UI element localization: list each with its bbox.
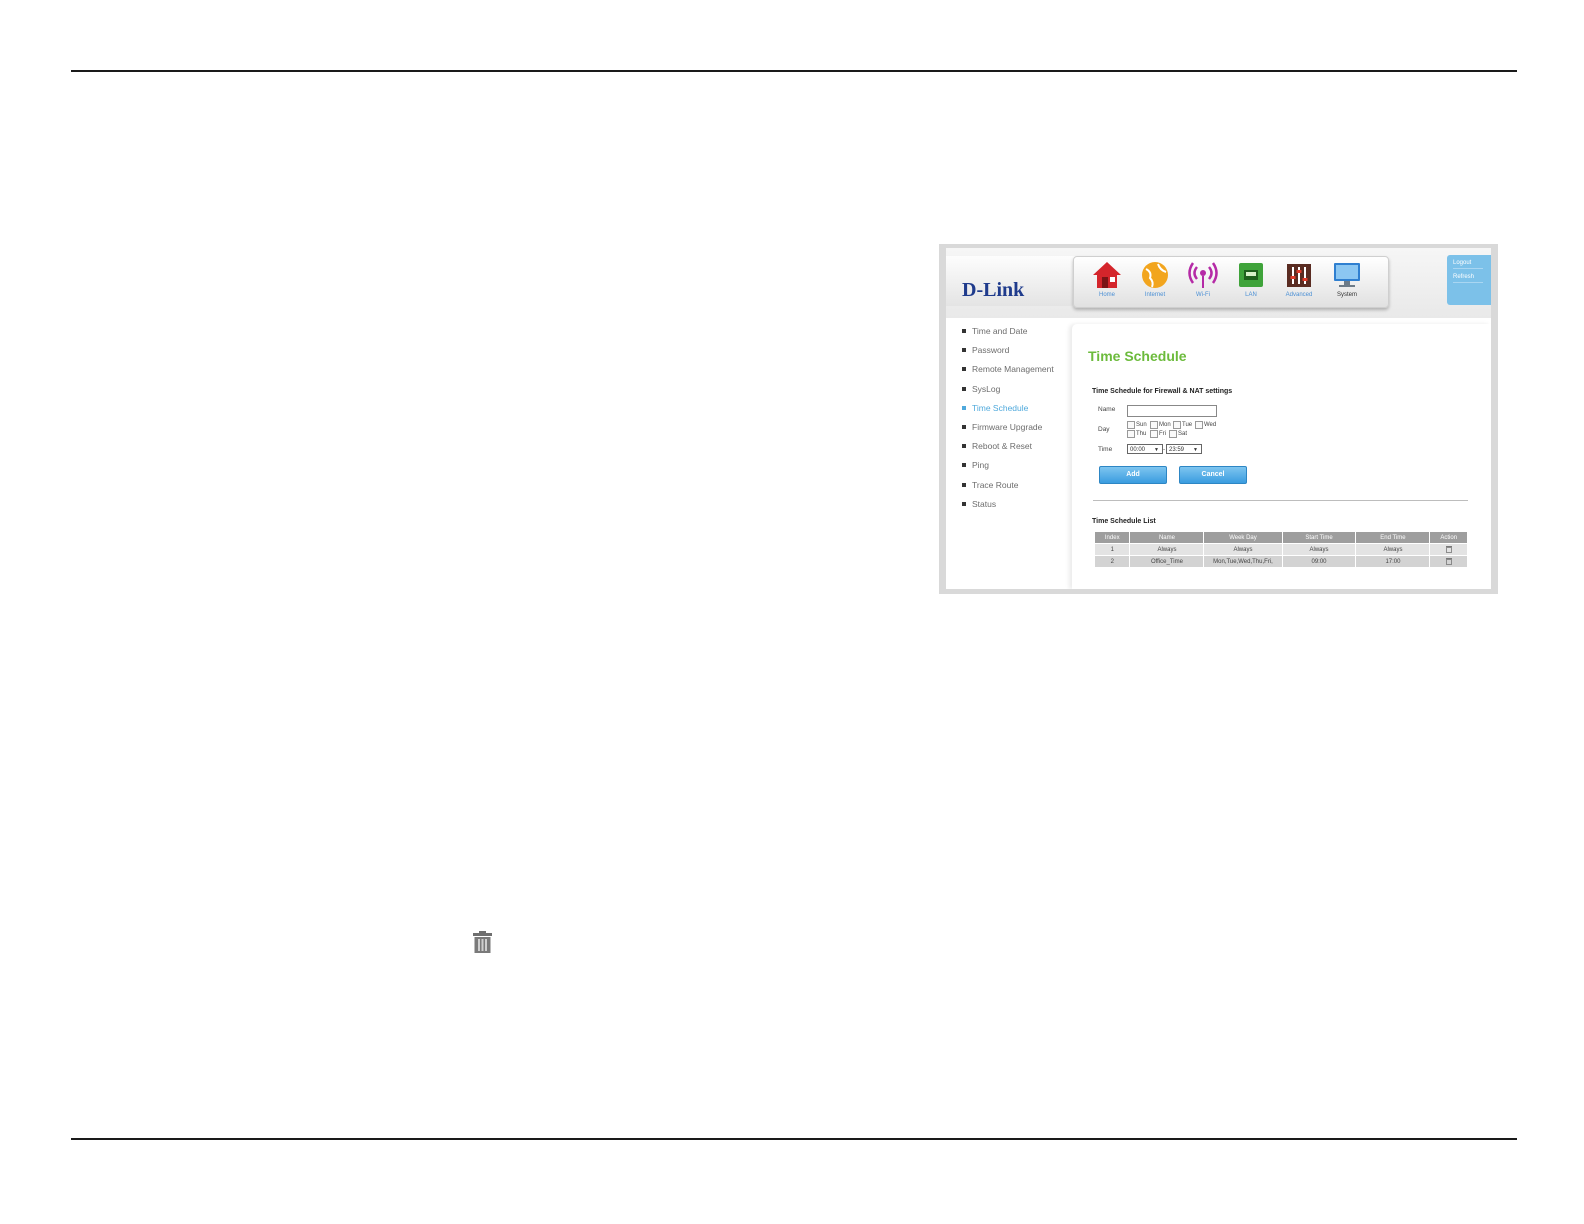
schedule-table: Index Name Week Day Start Time End Time … [1094, 531, 1468, 568]
menu-item-firmware-upgrade[interactable]: Firmware Upgrade [962, 422, 1080, 441]
menu-item-reboot-reset[interactable]: Reboot & Reset [962, 441, 1080, 460]
nav-label-home: Home [1098, 292, 1115, 298]
menu-item-time-schedule[interactable]: Time Schedule [962, 403, 1080, 422]
table-cell: 1 [1095, 544, 1130, 555]
column-header: Name [1130, 532, 1204, 543]
nav-label-advanced: Advanced [1285, 292, 1313, 298]
name-label: Name [1098, 406, 1116, 413]
nav-advanced[interactable]: Advanced [1277, 260, 1321, 298]
table-cell: 09:00 [1282, 556, 1356, 567]
table-cell: Always [1356, 544, 1430, 555]
logout-link[interactable]: Logout [1453, 260, 1483, 269]
lan-icon [1239, 263, 1263, 287]
end-time-value: 23:59 [1169, 447, 1185, 453]
menu-item-syslog[interactable]: SysLog [962, 384, 1080, 403]
cancel-button[interactable]: Cancel [1179, 466, 1247, 484]
advanced-icon [1287, 264, 1311, 287]
day-checkbox-wed[interactable] [1195, 421, 1203, 429]
end-time-select[interactable]: 23:59 ▼ [1166, 444, 1202, 454]
wifi-icon [1188, 262, 1218, 288]
logo-block: D-Link [946, 256, 1076, 306]
start-time-value: 00:00 [1130, 447, 1146, 453]
day-checkbox-sat[interactable] [1169, 430, 1177, 438]
chevron-down-icon: ▼ [1193, 447, 1198, 453]
nav-system[interactable]: System [1325, 260, 1369, 298]
trash-icon[interactable] [1445, 557, 1453, 565]
monitor-icon [1334, 263, 1360, 287]
router-ui-screenshot: D-Link Home Internet Wi-Fi LAN Advanced … [939, 244, 1498, 594]
list-section-title: Time Schedule List [1092, 518, 1156, 525]
refresh-link[interactable]: Refresh [1453, 274, 1483, 283]
start-time-select[interactable]: 00:00 ▼ [1127, 444, 1163, 454]
day-checkbox-mon[interactable] [1150, 421, 1158, 429]
nav-lan[interactable]: LAN [1229, 260, 1273, 298]
menu-item-password[interactable]: Password [962, 345, 1080, 364]
time-label: Time [1098, 446, 1113, 453]
system-menu: Time and Date Password Remote Management… [962, 326, 1080, 518]
menu-item-remote-management[interactable]: Remote Management [962, 364, 1080, 383]
day-checkbox-thu[interactable] [1127, 430, 1135, 438]
main-nav: Home Internet Wi-Fi LAN Advanced System [1073, 256, 1389, 308]
form-section-title: Time Schedule for Firewall & NAT setting… [1092, 388, 1233, 395]
add-button[interactable]: Add [1099, 466, 1167, 484]
table-cell: Mon,Tue,Wed,Thu,Fri, [1204, 556, 1282, 567]
dlink-logo: D-Link [962, 279, 1025, 301]
table-cell [1430, 544, 1467, 555]
day-label-fri: Fri [1159, 431, 1166, 437]
table-cell: Always [1204, 544, 1282, 555]
column-header: Start Time [1282, 532, 1356, 543]
section-divider [1093, 500, 1468, 501]
day-checkbox-fri[interactable] [1150, 430, 1158, 438]
day-label-wed: Wed [1204, 422, 1217, 428]
day-checkbox-tue[interactable] [1173, 421, 1181, 429]
column-header: Action [1430, 532, 1467, 543]
session-buttons: Logout Refresh [1447, 255, 1491, 305]
column-header: Index [1095, 532, 1130, 543]
nav-label-lan: LAN [1245, 292, 1257, 298]
day-label-thu: Thu [1136, 431, 1147, 437]
table-header-row: Index Name Week Day Start Time End Time … [1095, 532, 1467, 543]
top-rule [71, 70, 1517, 72]
top-bar: D-Link Home Internet Wi-Fi LAN Advanced … [946, 248, 1491, 318]
trash-icon [473, 931, 492, 953]
menu-item-ping[interactable]: Ping [962, 460, 1080, 479]
nav-label-wifi: Wi-Fi [1196, 292, 1210, 298]
page-title: Time Schedule [1088, 348, 1187, 364]
time-separator: - [1163, 446, 1166, 453]
column-header: Week Day [1204, 532, 1282, 543]
content-panel: Time Schedule Time Schedule for Firewall… [1072, 324, 1491, 589]
nav-internet[interactable]: Internet [1133, 260, 1177, 298]
table-cell: Office_Time [1130, 556, 1204, 567]
table-row: 2 Office_Time Mon,Tue,Wed,Thu,Fri, 09:00… [1095, 556, 1467, 567]
nav-wifi[interactable]: Wi-Fi [1181, 260, 1225, 298]
day-label-tue: Tue [1182, 422, 1193, 428]
table-cell: 2 [1095, 556, 1130, 567]
menu-item-time-and-date[interactable]: Time and Date [962, 326, 1080, 345]
table-cell [1430, 556, 1467, 567]
table-cell: 17:00 [1356, 556, 1430, 567]
table-cell: Always [1282, 544, 1356, 555]
nav-label-system: System [1336, 292, 1357, 298]
column-header: End Time [1356, 532, 1430, 543]
day-label: Day [1098, 426, 1110, 433]
day-label-mon: Mon [1159, 422, 1171, 428]
day-checkbox-sun[interactable] [1127, 421, 1135, 429]
home-icon [1093, 262, 1121, 288]
menu-item-status[interactable]: Status [962, 499, 1080, 518]
table-cell: Always [1130, 544, 1204, 555]
bottom-rule [71, 1138, 1517, 1140]
day-label-sun: Sun [1136, 422, 1147, 428]
menu-item-trace-route[interactable]: Trace Route [962, 480, 1080, 499]
day-label-sat: Sat [1178, 431, 1188, 437]
chevron-down-icon: ▼ [1154, 447, 1159, 453]
nav-home[interactable]: Home [1085, 260, 1129, 298]
nav-label-internet: Internet [1144, 292, 1166, 298]
name-input[interactable] [1127, 405, 1217, 417]
globe-icon [1142, 262, 1168, 288]
trash-icon[interactable] [1445, 545, 1453, 553]
table-row: 1 Always Always Always Always [1095, 544, 1467, 555]
